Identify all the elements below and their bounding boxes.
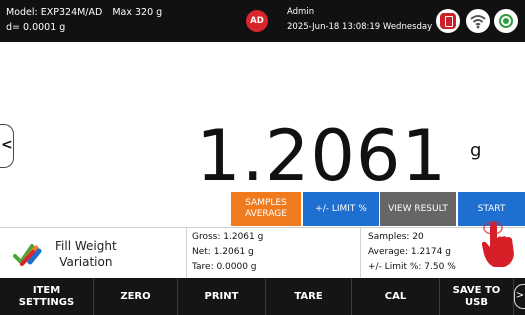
fill-weight-app-icon xyxy=(12,240,42,272)
weight-unit: g xyxy=(470,140,482,161)
weight-value: 1.2061 xyxy=(196,115,447,197)
info-panel: Fill Weight Variation Gross: 1.2061 g Ne… xyxy=(0,227,525,279)
item-settings-label-line2: SETTINGS xyxy=(18,296,75,308)
save-to-usb-label-line1: SAVE TO xyxy=(452,284,501,296)
net-reading: Net: 1.2061 g xyxy=(192,247,254,257)
datetime: 2025-Jun-18 13:08:19 Wednesday xyxy=(287,22,433,32)
cal-button[interactable]: CAL xyxy=(352,278,440,315)
average-reading: Average: 1.2174 g xyxy=(368,247,451,257)
divider xyxy=(186,228,187,279)
next-menu-button[interactable]: > xyxy=(514,284,525,309)
item-settings-button[interactable]: ITEM SETTINGS xyxy=(0,278,94,315)
weight-readings: Gross: 1.2061 g Net: 1.2061 g Tare: 0.00… xyxy=(192,230,263,275)
item-settings-label-line1: ITEM xyxy=(32,284,61,296)
save-to-usb-button[interactable]: SAVE TO USB xyxy=(440,278,514,315)
application-name[interactable]: Fill Weight Variation xyxy=(55,238,117,270)
user-name: Admin xyxy=(287,7,315,17)
user-info: Admin 2025-Jun-18 13:08:19 Wednesday xyxy=(287,5,432,35)
hand-pointer-icon xyxy=(478,214,518,274)
divider xyxy=(360,228,361,279)
application-name-line2: Variation xyxy=(59,255,113,269)
weight-display: < 1.2061 g xyxy=(0,42,525,197)
wifi-icon[interactable] xyxy=(466,9,490,33)
bottom-toolbar: ITEM SETTINGS ZERO PRINT TARE CAL SAVE T… xyxy=(0,278,525,315)
print-button[interactable]: PRINT xyxy=(178,278,266,315)
limit-reading: +/- Limit %: 7.50 % xyxy=(368,262,456,272)
usb-icon[interactable] xyxy=(436,9,460,33)
save-to-usb-label-line2: USB xyxy=(465,296,488,308)
samples-average-button[interactable]: SAMPLES AVERAGE xyxy=(231,192,301,226)
application-name-line1: Fill Weight xyxy=(55,239,117,253)
model-name: Model: EXP324M/AD xyxy=(6,7,103,18)
samples-reading: Samples: 20 xyxy=(368,232,424,242)
user-avatar[interactable]: AD xyxy=(246,10,268,32)
tare-button[interactable]: TARE xyxy=(266,278,352,315)
statistics-readings: Samples: 20 Average: 1.2174 g +/- Limit … xyxy=(368,230,456,275)
zero-button[interactable]: ZERO xyxy=(94,278,178,315)
gross-reading: Gross: 1.2061 g xyxy=(192,232,264,242)
max-capacity: Max 320 g xyxy=(112,7,163,18)
chevron-left-icon: < xyxy=(1,137,13,153)
record-icon[interactable] xyxy=(494,9,518,33)
status-bar: Model: EXP324M/AD Max 320 g d= 0.0001 g A… xyxy=(0,0,525,42)
chevron-right-icon: > xyxy=(515,290,525,301)
limit-percent-button[interactable]: +/- LIMIT % xyxy=(303,192,379,226)
readability: d= 0.0001 g xyxy=(6,22,66,33)
view-result-button[interactable]: VIEW RESULT xyxy=(380,192,456,226)
tare-reading: Tare: 0.0000 g xyxy=(192,262,257,272)
previous-screen-button[interactable]: < xyxy=(0,124,14,168)
model-info: Model: EXP324M/AD Max 320 g d= 0.0001 g xyxy=(6,5,162,35)
